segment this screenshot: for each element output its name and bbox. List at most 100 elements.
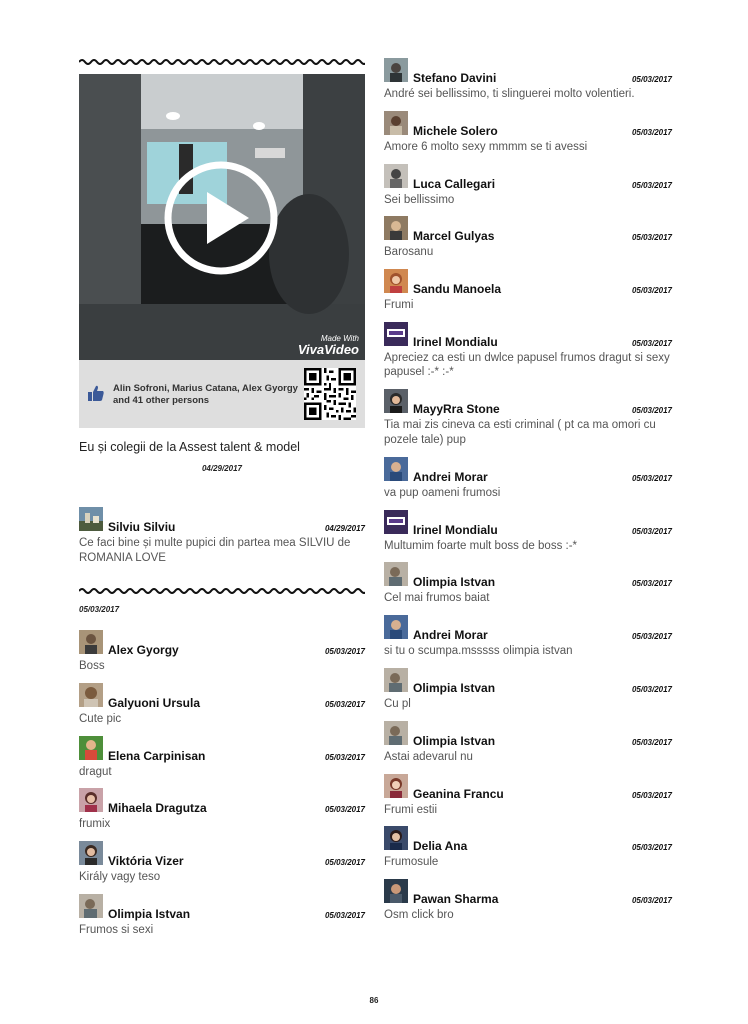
comment-text: Amore 6 molto sexy mmmm se ti avessi [384,140,588,153]
comment-item: Irinel Mondialu 05/03/2017 Multumim foar… [384,509,672,563]
avatar[interactable] [79,735,103,760]
comment-text: va pup oameni frumosi [384,486,501,499]
comment-author[interactable]: Elena Carpinisan [108,749,205,763]
comment-author[interactable]: Alex Gyorgy [108,643,179,657]
comment-author[interactable]: Mihaela Dragutza [108,801,207,815]
comment-date: 05/03/2017 [631,790,672,800]
comment-item: Elena Carpinisan 05/03/2017 dragut [79,735,365,789]
wavy-divider [79,588,365,594]
comment-author[interactable]: Olimpia Istvan [413,734,495,748]
comments-section: 05/03/2017 Alex Gyorgy 05/03/2017 Boss G… [79,587,365,947]
avatar[interactable] [384,615,408,640]
comment-author[interactable]: Marcel Gulyas [413,229,494,243]
comment-text: Cel mai frumos baiat [384,592,490,605]
comment-date: 05/03/2017 [631,526,672,536]
comment-author[interactable]: Olimpia Istvan [413,575,495,589]
comment-text: André sei bellissimo, ti slinguerei molt… [384,88,635,100]
comment-date: 05/03/2017 [631,632,672,642]
comment-item: Andrei Morar 05/03/2017 va pup oameni fr… [384,456,672,510]
comment-text: Sei bellissimo [384,193,455,206]
comment-author[interactable]: Sandu Manoela [413,282,501,296]
video-watermark: Made With VivaVideo [298,335,359,357]
comment-author[interactable]: Michele Solero [413,124,498,138]
comment-text: Multumim foarte mult boss de boss :-* [384,539,578,552]
avatar[interactable] [384,509,408,534]
comment-text: Astai adevarul nu [384,750,473,763]
comment-text: Király vagy teso [79,871,161,884]
comment-date: 05/03/2017 [324,910,365,920]
comment-date: 05/03/2017 [631,286,672,296]
comment-item: Silviu Silviu 04/29/2017 Ce faci bine și… [79,507,365,564]
avatar[interactable] [384,321,408,346]
comment-item: Olimpia Istvan 05/03/2017 Cu pl [384,667,672,721]
avatar[interactable] [384,58,408,82]
avatar[interactable] [384,773,408,798]
avatar[interactable] [79,630,103,654]
avatar[interactable] [384,216,408,241]
comment-text: Frumosule [384,856,439,869]
comment-text: Barosanu [384,246,434,259]
comment-author[interactable]: Viktória Vizer [108,854,184,868]
comment-item: Irinel Mondialu 05/03/2017 Apreciez ca e… [384,321,672,389]
avatar[interactable] [384,269,408,294]
comment-author[interactable]: Silviu Silviu [108,520,175,534]
avatar[interactable] [79,893,103,918]
avatar[interactable] [384,667,408,692]
avatar[interactable] [384,826,408,851]
avatar[interactable] [384,456,408,481]
comment-author[interactable]: Geanina Francu [413,787,504,801]
comment-date: 05/03/2017 [631,684,672,694]
play-icon[interactable] [163,160,279,276]
comment-date: 05/03/2017 [631,473,672,483]
comment-date: 05/03/2017 [631,180,672,190]
comment-date: 05/03/2017 [324,805,365,815]
avatar[interactable] [384,389,408,414]
avatar[interactable] [384,163,408,188]
comment-author[interactable]: Irinel Mondialu [413,335,498,349]
avatar[interactable] [384,110,408,135]
comment-item: Marcel Gulyas 05/03/2017 Barosanu [384,216,672,269]
comment-author[interactable]: Andrei Morar [413,470,488,484]
likes-bar: Alin Sofroni, Marius Catana, Alex Gyorgy… [79,360,365,428]
comment-author[interactable]: Galyuoni Ursula [108,696,200,710]
comment-list: Alex Gyorgy 05/03/2017 Boss Galyuoni Urs… [79,630,365,947]
likes-summary[interactable]: Alin Sofroni, Marius Catana, Alex Gyorgy… [113,383,303,407]
thumbs-up-icon[interactable] [87,384,105,402]
avatar[interactable] [384,562,408,587]
comment-text: Osm click bro [384,909,454,922]
comment-author[interactable]: Irinel Mondialu [413,523,498,537]
comment-author[interactable]: Stefano Davini [413,71,496,85]
avatar[interactable] [79,682,103,707]
video-thumbnail[interactable]: Made With VivaVideo [79,74,365,360]
comment-author[interactable]: Olimpia Istvan [413,681,495,695]
comment-date: 05/03/2017 [631,737,672,747]
avatar[interactable] [384,879,408,904]
comment-author[interactable]: MayyRra Stone [413,402,500,416]
comment-item: Luca Callegari 05/03/2017 Sei bellissimo [384,163,672,217]
comment-author[interactable]: Luca Callegari [413,177,495,191]
avatar[interactable] [79,788,103,813]
comment-date: 05/03/2017 [631,75,672,84]
comment-author[interactable]: Delia Ana [413,839,467,853]
comment-author[interactable]: Pawan Sharma [413,892,498,906]
comment-text: frumix [79,818,111,831]
avatar[interactable] [79,841,103,866]
comment-date: 05/03/2017 [631,233,672,243]
comment-text: Apreciez ca esti un dwlce papusel frumos… [384,351,670,379]
comment-text: dragut [79,765,112,778]
comment-text: Frumi estii [384,803,438,816]
avatar[interactable] [384,720,408,745]
comment-item: Alex Gyorgy 05/03/2017 Boss [79,630,365,683]
comment-item: Olimpia Istvan 05/03/2017 Astai adevarul… [384,720,672,774]
comment-item: Michele Solero 05/03/2017 Amore 6 molto … [384,110,672,164]
comment-author[interactable]: Olimpia Istvan [108,907,190,921]
comment-item: Geanina Francu 05/03/2017 Frumi estii [384,773,672,827]
comment-text: Cu pl [384,697,411,710]
comment-date: 05/03/2017 [324,752,365,762]
comments-column-right: Stefano Davini 05/03/2017 André sei bell… [384,58,672,932]
comment-author[interactable]: Andrei Morar [413,628,488,642]
post-date: 04/29/2017 [201,464,243,473]
avatar[interactable] [79,507,103,531]
comment-item: Delia Ana 05/03/2017 Frumosule [384,826,672,879]
comment-item: Viktória Vizer 05/03/2017 Király vagy te… [79,841,365,894]
